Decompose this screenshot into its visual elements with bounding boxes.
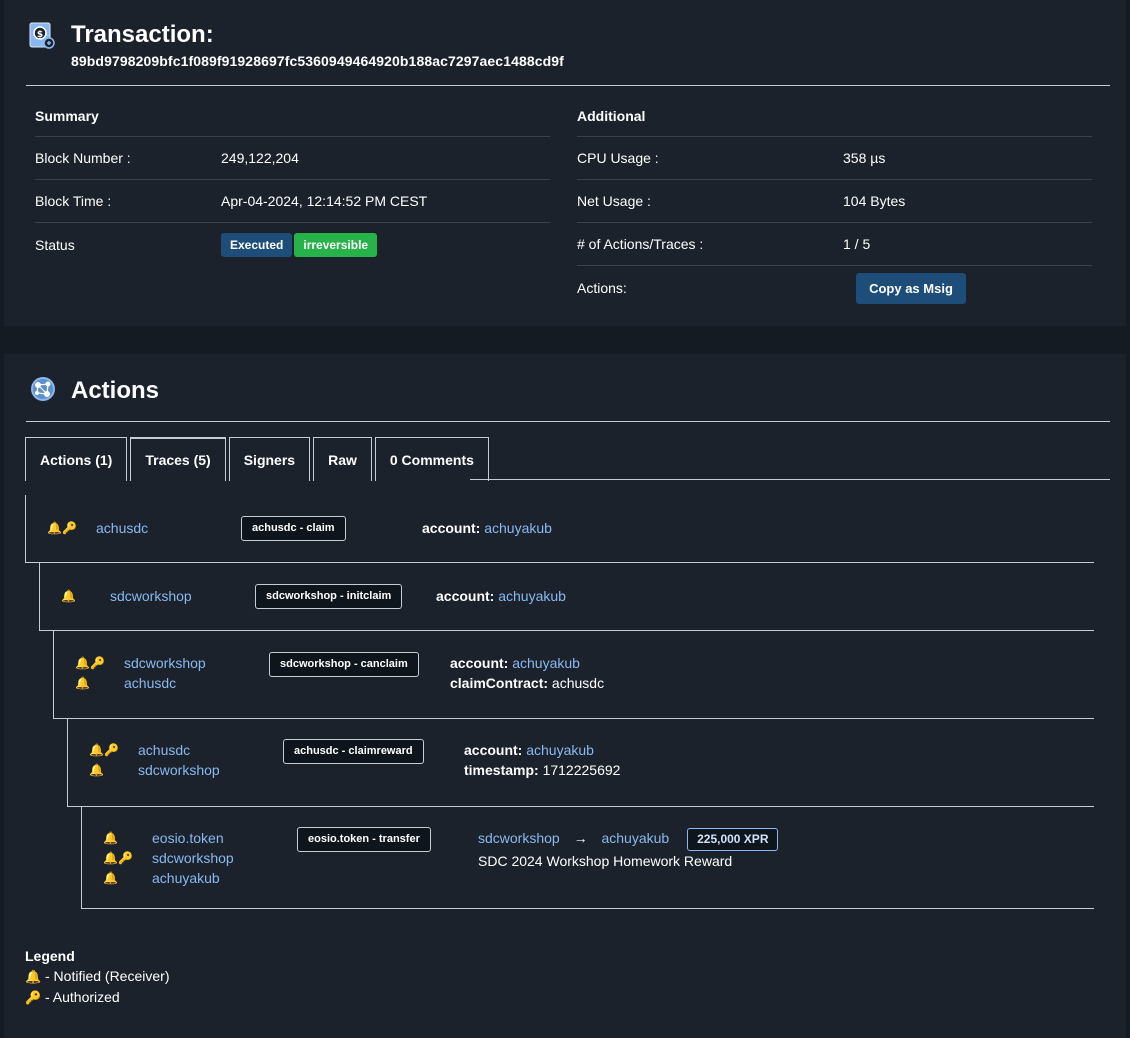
legend-title: Legend: [25, 948, 75, 964]
block-number-link[interactable]: 249,122,204: [221, 150, 299, 166]
summary-section: Summary Block Number : 249,122,204 Block…: [35, 96, 550, 266]
trace-row: 🔔🔑 achusdc achusdc - claim account: achu…: [25, 495, 1094, 563]
status-badge-irreversible: irreversible: [294, 232, 378, 257]
transaction-receipt-icon: $: [29, 22, 55, 49]
actions-traces-label: # of Actions/Traces :: [577, 236, 704, 252]
page-title: Transaction:: [71, 21, 214, 48]
legend: Legend 🔔 - Notified (Receiver) 🔑 - Authori…: [25, 946, 169, 1008]
key-icon: 🔑: [25, 990, 42, 1005]
action-data: account: achuyakub timestamp: 1712225692: [464, 740, 620, 780]
field-key: claimContract:: [450, 675, 549, 691]
status-badge-executed: Executed: [221, 232, 293, 257]
bell-icon: 🔔: [75, 676, 90, 690]
field-value: achusdc: [551, 675, 605, 691]
bell-icon: 🔔: [61, 589, 76, 603]
summary-heading: Summary: [35, 108, 99, 124]
trace-account-link[interactable]: sdcworkshop: [138, 762, 220, 778]
field-value-link[interactable]: achuyakub: [526, 742, 594, 758]
key-icon: 🔑: [103, 743, 119, 757]
transfer-from-link[interactable]: sdcworkshop: [478, 830, 560, 846]
field-value-link[interactable]: achuyakub: [484, 520, 552, 536]
tab-signers[interactable]: Signers: [228, 437, 311, 481]
legend-authorized: - Authorized: [45, 989, 120, 1005]
actions-title: Actions: [71, 377, 160, 404]
action-tag[interactable]: sdcworkshop - canclaim: [269, 652, 419, 677]
cpu-usage-value: 358 µs: [843, 150, 886, 166]
action-tag[interactable]: eosio.token - transfer: [297, 827, 431, 852]
copy-as-msig-button[interactable]: Copy as Msig: [856, 273, 966, 304]
transfer-memo: SDC 2024 Workshop Homework Reward: [478, 853, 733, 869]
field-value-link[interactable]: achuyakub: [498, 588, 566, 604]
bell-icon: 🔔: [89, 743, 104, 757]
action-tag[interactable]: achusdc - claim: [241, 516, 346, 541]
tab-underline: [470, 479, 1110, 480]
bell-icon: 🔔: [75, 656, 90, 670]
block-number-label: Block Number :: [35, 150, 131, 166]
action-tag[interactable]: achusdc - claimreward: [283, 739, 424, 764]
trace-account-link[interactable]: sdcworkshop: [110, 588, 192, 604]
trace-account-link[interactable]: achusdc: [124, 675, 176, 691]
action-tag[interactable]: sdcworkshop - initclaim: [255, 584, 403, 609]
transfer-data: sdcworkshop → achuyakub 225,000 XPR SDC …: [478, 828, 779, 871]
bell-icon: 🔔: [103, 831, 118, 845]
trace-account-link[interactable]: sdcworkshop: [124, 655, 206, 671]
tab-actions[interactable]: Actions (1): [25, 437, 128, 481]
action-data: account: achuyakub claimContract: achusd…: [450, 653, 604, 693]
tab-traces[interactable]: Traces (5): [130, 437, 227, 481]
key-icon: 🔑: [61, 521, 77, 535]
trace-row: 🔔 sdcworkshop sdcworkshop - initclaim ac…: [39, 563, 1094, 631]
action-data: account: achuyakub: [422, 518, 552, 538]
trace-row: 🔔🔑 🔔 sdcworkshop achusdc sdcworkshop - c…: [53, 631, 1094, 719]
field-value-link[interactable]: achuyakub: [512, 655, 580, 671]
field-key: account:: [436, 588, 495, 604]
field-value: 1712225692: [542, 762, 621, 778]
action-data: account: achuyakub: [436, 586, 566, 606]
trace-account-link[interactable]: eosio.token: [152, 830, 224, 846]
tab-comments[interactable]: 0 Comments: [374, 437, 489, 481]
transaction-hash: 89bd9798209bfc1f089f91928697fc5360949464…: [71, 53, 564, 69]
bell-icon: 🔔: [47, 521, 62, 535]
transfer-quantity-badge: 225,000 XPR: [687, 828, 779, 851]
actions-traces-value: 1 / 5: [843, 236, 871, 252]
bell-icon: 🔔: [25, 969, 42, 984]
trace-icons: 🔔🔑: [47, 518, 81, 538]
trace-account-link[interactable]: achusdc: [96, 520, 148, 536]
trace-row: 🔔🔑 🔔 achusdc sdcworkshop achusdc - claim…: [67, 719, 1094, 807]
bell-icon: 🔔: [103, 871, 118, 885]
divider: [26, 85, 1110, 86]
actions-network-icon: [31, 377, 55, 401]
tab-raw[interactable]: Raw: [313, 437, 372, 481]
block-time-value: Apr-04-2024, 12:14:52 PM CEST: [221, 193, 428, 209]
svg-text:$: $: [37, 30, 43, 40]
net-usage-value: 104 Bytes: [843, 193, 906, 209]
additional-section: Additional CPU Usage : 358 µs Net Usage …: [577, 96, 1092, 309]
field-key: account:: [464, 742, 523, 758]
status-label: Status: [35, 236, 75, 253]
trace-account-link[interactable]: sdcworkshop: [152, 850, 234, 866]
field-key: account:: [422, 520, 481, 536]
additional-heading: Additional: [577, 108, 646, 124]
trace-account-link[interactable]: achuyakub: [152, 870, 220, 886]
cpu-usage-label: CPU Usage :: [577, 150, 659, 166]
legend-notified: - Notified (Receiver): [45, 968, 170, 984]
divider: [26, 421, 1110, 422]
bell-icon: 🔔: [103, 851, 118, 865]
transfer-to-link[interactable]: achuyakub: [601, 830, 669, 846]
trace-account-link[interactable]: achusdc: [138, 742, 190, 758]
field-key: account:: [450, 655, 509, 671]
transfer-arrow: →: [573, 830, 588, 847]
actions-tabs: Actions (1) Traces (5) Signers Raw 0 Com…: [25, 437, 492, 481]
block-time-label: Block Time :: [35, 193, 112, 209]
trace-row: 🔔 🔔🔑 🔔 eosio.token sdcworkshop achuyakub…: [81, 807, 1094, 909]
key-icon: 🔑: [89, 656, 105, 670]
field-key: timestamp:: [464, 762, 539, 778]
bell-icon: 🔔: [89, 763, 104, 777]
key-icon: 🔑: [117, 851, 133, 865]
actions-label: Actions:: [577, 279, 627, 296]
net-usage-label: Net Usage :: [577, 193, 651, 209]
